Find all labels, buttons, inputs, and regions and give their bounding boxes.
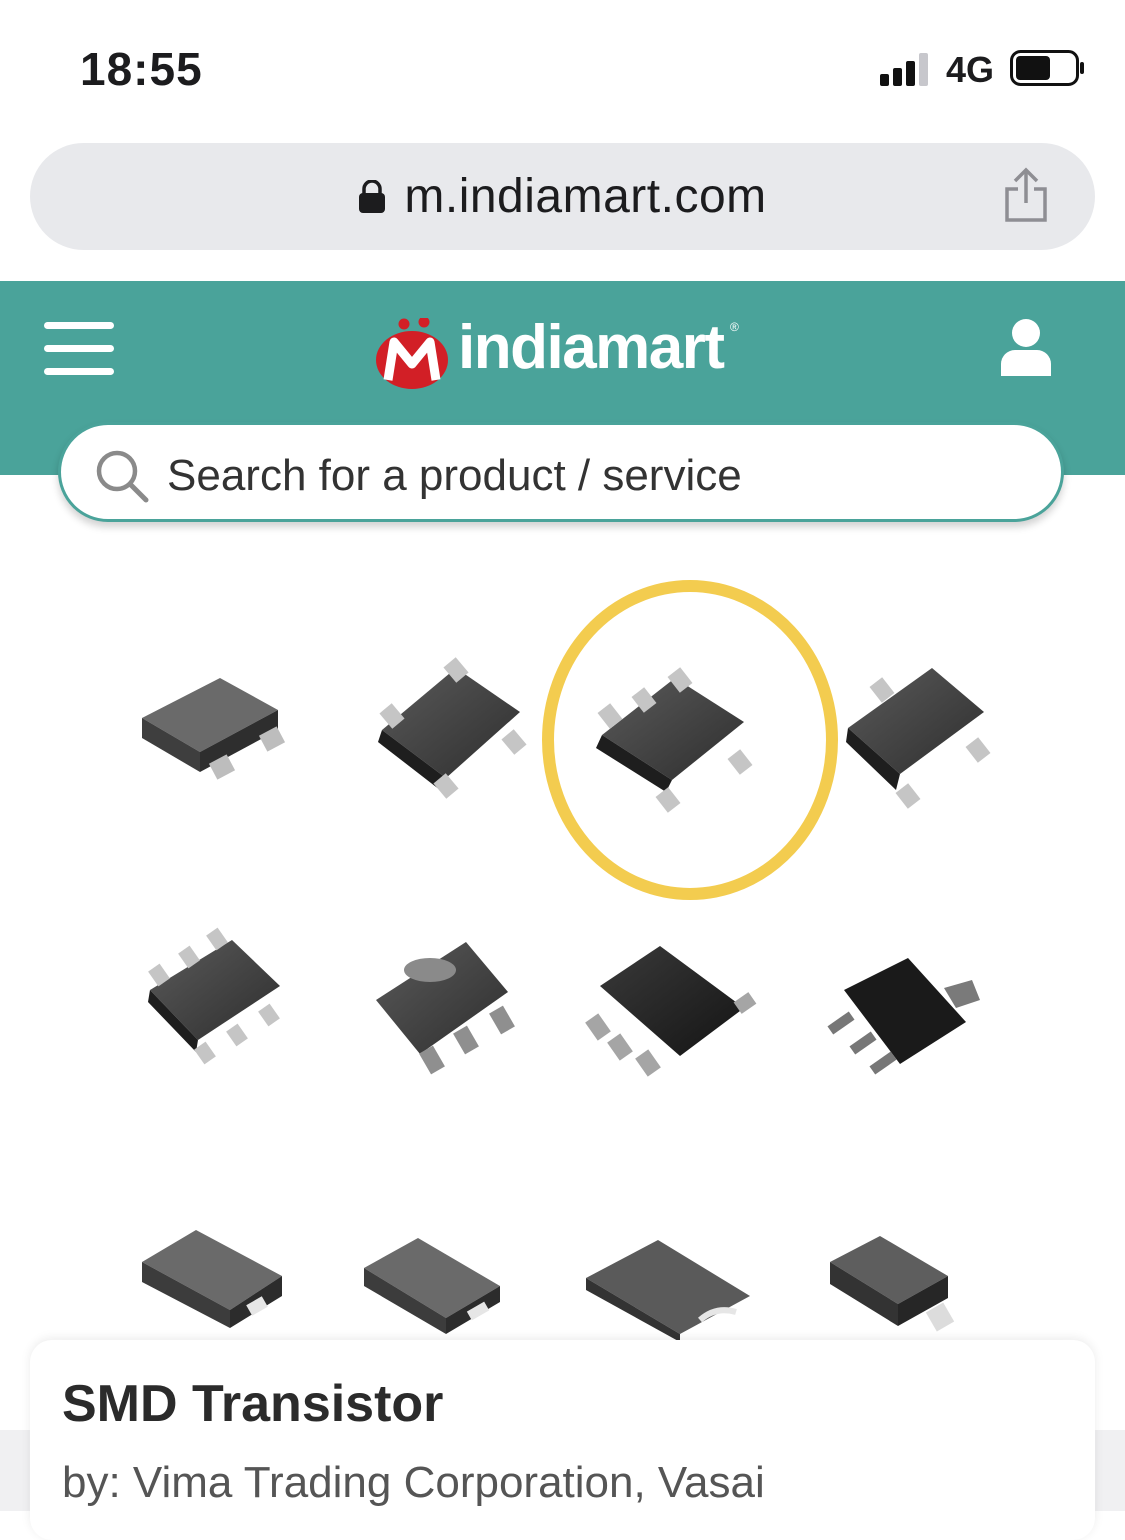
indiamart-logo[interactable]: indiamart ® (374, 306, 744, 389)
network-type: 4G (946, 49, 995, 90)
component-6 (376, 942, 515, 1075)
component-7 (585, 946, 757, 1077)
search-input[interactable]: Search for a product / service (58, 422, 1064, 522)
component-5 (148, 927, 280, 1065)
component-10 (364, 1238, 500, 1334)
status-time: 18:55 (80, 43, 203, 95)
component-3 (596, 667, 753, 813)
url-text: m.indiamart.com (404, 170, 767, 223)
component-4 (846, 668, 991, 809)
address-bar[interactable]: m.indiamart.com (30, 143, 1095, 250)
user-icon[interactable] (1000, 318, 1052, 376)
product-image[interactable] (0, 530, 1125, 1345)
component-9 (142, 1230, 282, 1328)
status-bar: 18:55 4G (0, 0, 1125, 130)
search-placeholder: Search for a product / service (167, 451, 742, 500)
search-icon (96, 450, 149, 503)
share-icon[interactable] (1003, 167, 1049, 223)
component-2 (378, 657, 527, 799)
product-title: SMD Transistor (62, 1375, 444, 1433)
component-1 (142, 678, 286, 780)
component-8 (827, 958, 980, 1075)
battery-icon (1010, 50, 1084, 86)
logo-mark-icon (376, 318, 448, 389)
logo-registered: ® (730, 320, 739, 334)
lock-icon (359, 179, 386, 213)
seller-name[interactable]: by: Vima Trading Corporation, Vasai (62, 1458, 765, 1508)
logo-text: indiamart (458, 313, 725, 382)
cellular-signal-icon (880, 53, 928, 86)
menu-icon[interactable] (44, 322, 114, 376)
component-12 (830, 1236, 955, 1332)
product-info-card[interactable]: SMD Transistor by: Vima Trading Corporat… (30, 1340, 1095, 1540)
component-11 (586, 1240, 750, 1342)
